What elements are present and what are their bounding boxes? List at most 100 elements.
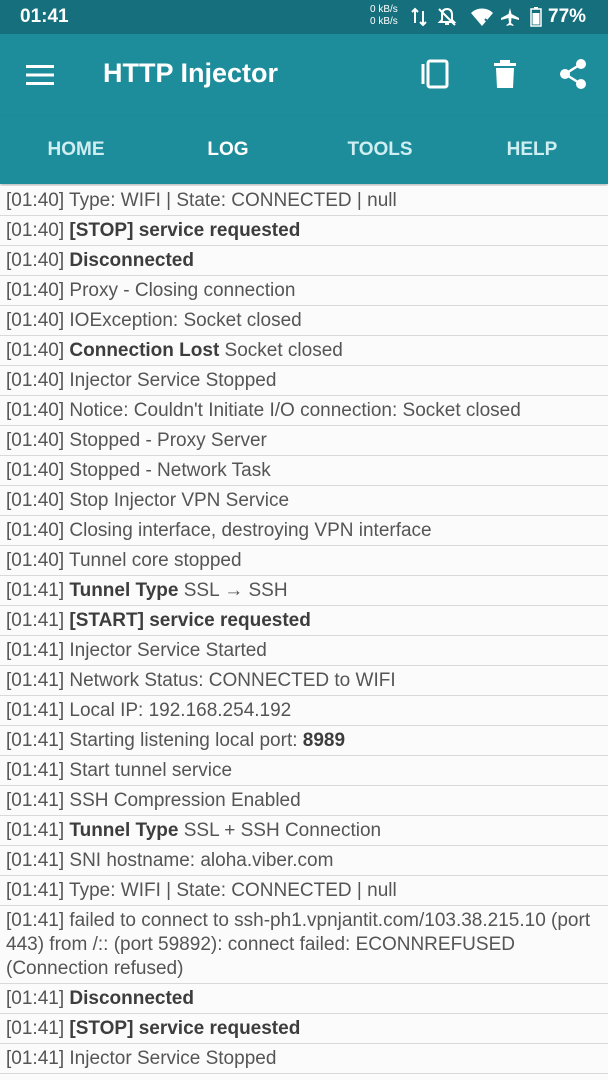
log-timestamp: [01:41]	[6, 820, 70, 841]
log-entry: [01:40] [STOP] service requested	[0, 216, 608, 246]
log-message: IOException: Socket closed	[69, 310, 302, 331]
log-timestamp: [01:40]	[6, 520, 70, 541]
log-timestamp: [01:40]	[6, 550, 70, 571]
log-message: Stopped - Network Task	[69, 460, 271, 481]
log-message-bold: Disconnected	[69, 988, 194, 1009]
log-timestamp: [01:41]	[6, 640, 70, 661]
log-message: Type: WIFI | State: CONNECTED | null	[69, 880, 397, 901]
upload-speed: 0 kB/s	[370, 4, 398, 15]
log-message: Injector Service Stopped	[69, 370, 277, 391]
log-entry: [01:41] [START] service requested	[0, 606, 608, 636]
log-timestamp: [01:41]	[6, 1018, 70, 1039]
network-speed: 0 kB/s 0 kB/s	[370, 4, 398, 28]
copy-icon[interactable]	[419, 58, 451, 90]
status-bar: 01:41 0 kB/s 0 kB/s 77%	[0, 0, 608, 34]
tab-help[interactable]: HELP	[456, 116, 608, 184]
log-entry: [01:41] Starting listening local port: 8…	[0, 726, 608, 756]
log-message: Proxy - Closing connection	[69, 280, 296, 301]
log-entry: [01:41] Start tunnel service	[0, 756, 608, 786]
log-list[interactable]: [01:40] Type: WIFI | State: CONNECTED | …	[0, 186, 608, 1080]
log-timestamp: [01:41]	[6, 760, 70, 781]
log-message: Tunnel core stopped	[69, 550, 242, 571]
log-entry: [01:41] SNI hostname: aloha.viber.com	[0, 846, 608, 876]
log-message: Type: WIFI | State: CONNECTED | null	[69, 190, 397, 211]
log-message: failed to connect to ssh-ph1.vpnjantit.c…	[6, 910, 591, 979]
log-timestamp: [01:41]	[6, 730, 70, 751]
log-entry: [01:41] Stop Injector VPN Service	[0, 1074, 608, 1080]
log-timestamp: [01:40]	[6, 280, 70, 301]
log-entry: [01:41] Type: WIFI | State: CONNECTED | …	[0, 876, 608, 906]
log-entry: [01:41] Tunnel Type SSL + SSH Connection	[0, 816, 608, 846]
log-timestamp: [01:40]	[6, 340, 70, 361]
tab-tools[interactable]: TOOLS	[304, 116, 456, 184]
log-timestamp: [01:41]	[6, 790, 70, 811]
log-message-bold: Connection Lost	[69, 340, 220, 361]
log-entry: [01:40] Stopped - Proxy Server	[0, 426, 608, 456]
log-message: SSL → SSH	[178, 580, 288, 601]
menu-icon[interactable]	[26, 64, 54, 86]
app-title: HTTP Injector	[103, 58, 279, 88]
log-entry: [01:40] Connection Lost Socket closed	[0, 336, 608, 366]
log-timestamp: [01:41]	[6, 910, 70, 931]
wifi-icon	[471, 8, 493, 26]
log-message: Starting listening local port:	[69, 730, 303, 751]
log-message: Injector Service Stopped	[69, 1048, 277, 1069]
log-entry: [01:40] Disconnected	[0, 246, 608, 276]
download-speed: 0 kB/s	[370, 16, 398, 27]
log-timestamp: [01:40]	[6, 220, 70, 241]
status-time: 01:41	[20, 6, 69, 27]
log-message-bold: [START] service requested	[69, 610, 311, 631]
log-message: SNI hostname: aloha.viber.com	[69, 850, 334, 871]
battery-icon	[530, 7, 542, 27]
share-icon[interactable]	[557, 58, 589, 90]
log-timestamp: [01:41]	[6, 850, 70, 871]
log-entry: [01:41] Local IP: 192.168.254.192	[0, 696, 608, 726]
log-timestamp: [01:40]	[6, 250, 70, 271]
log-entry: [01:41] SSH Compression Enabled	[0, 786, 608, 816]
log-message: Stopped - Proxy Server	[69, 430, 267, 451]
log-message: Injector Service Started	[69, 640, 267, 661]
log-message-bold: Disconnected	[69, 250, 194, 271]
log-message: Closing interface, destroying VPN interf…	[69, 520, 432, 541]
log-message: Network Status: CONNECTED to WIFI	[69, 670, 396, 691]
log-timestamp: [01:41]	[6, 880, 70, 901]
notifications-off-icon	[437, 7, 457, 26]
delete-icon[interactable]	[489, 58, 521, 90]
log-entry: [01:41] failed to connect to ssh-ph1.vpn…	[0, 906, 608, 984]
airplane-mode-icon	[501, 8, 519, 26]
tab-bar: HOME LOG TOOLS HELP	[0, 116, 608, 184]
log-message-bold: Tunnel Type	[69, 820, 179, 841]
log-entry: [01:41] Disconnected	[0, 984, 608, 1014]
log-message: SSL + SSH Connection	[178, 820, 382, 841]
log-entry: [01:41] [STOP] service requested	[0, 1014, 608, 1044]
log-message: Stop Injector VPN Service	[69, 490, 290, 511]
log-entry: [01:41] Network Status: CONNECTED to WIF…	[0, 666, 608, 696]
log-message-bold: [STOP] service requested	[69, 1018, 301, 1039]
log-entry: [01:40] Stopped - Network Task	[0, 456, 608, 486]
log-entry: [01:40] Injector Service Stopped	[0, 366, 608, 396]
log-entry: [01:40] Proxy - Closing connection	[0, 276, 608, 306]
tab-log[interactable]: LOG	[152, 116, 304, 184]
log-entry: [01:40] IOException: Socket closed	[0, 306, 608, 336]
log-message-bold: Tunnel Type	[69, 580, 179, 601]
log-timestamp: [01:40]	[6, 190, 70, 211]
log-entry: [01:40] Stop Injector VPN Service	[0, 486, 608, 516]
battery-percentage: 77%	[548, 6, 587, 27]
log-timestamp: [01:40]	[6, 400, 70, 421]
log-message-bold: [STOP] service requested	[69, 220, 301, 241]
log-entry: [01:41] Tunnel Type SSL → SSH	[0, 576, 608, 606]
log-timestamp: [01:41]	[6, 1048, 70, 1069]
data-transfer-icon	[411, 7, 427, 27]
tab-home[interactable]: HOME	[0, 116, 152, 184]
log-timestamp: [01:40]	[6, 370, 70, 391]
log-entry: [01:40] Type: WIFI | State: CONNECTED | …	[0, 186, 608, 216]
log-timestamp: [01:40]	[6, 430, 70, 451]
log-message-bold: 8989	[302, 730, 346, 751]
app-bar: HTTP Injector	[0, 34, 608, 116]
log-timestamp: [01:40]	[6, 310, 70, 331]
log-timestamp: [01:41]	[6, 580, 70, 601]
log-message: Start tunnel service	[69, 760, 233, 781]
log-entry: [01:40] Closing interface, destroying VP…	[0, 516, 608, 546]
log-entry: [01:40] Notice: Couldn't Initiate I/O co…	[0, 396, 608, 426]
log-entry: [01:40] Tunnel core stopped	[0, 546, 608, 576]
